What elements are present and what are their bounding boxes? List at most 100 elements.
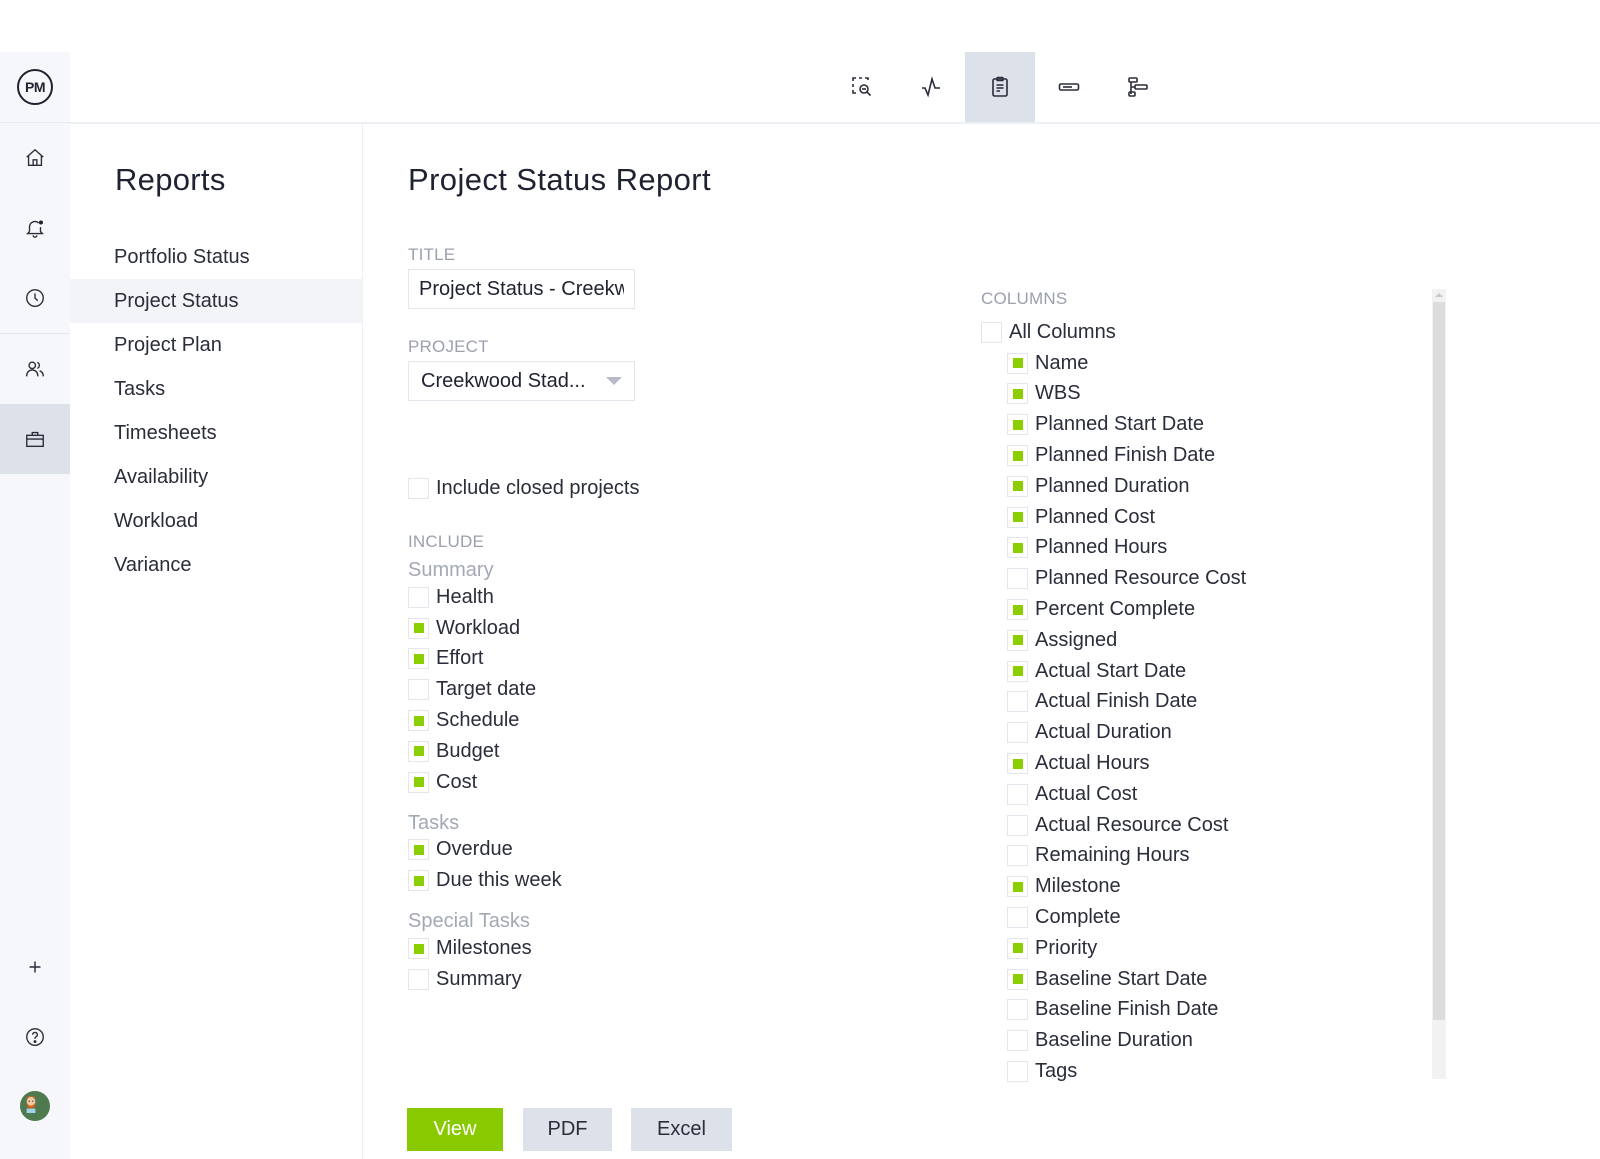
- reports-subnav: Reports Portfolio Status Project Status …: [70, 124, 363, 1159]
- rail-team-button[interactable]: [0, 334, 70, 404]
- checkbox-checked-icon: [1007, 414, 1028, 436]
- checkbox-summary[interactable]: Summary: [408, 964, 562, 995]
- checkbox-unchecked-icon: [1007, 907, 1028, 929]
- checkbox-tags[interactable]: Tags: [1007, 1056, 1441, 1087]
- checkbox-planned-hours[interactable]: Planned Hours: [1007, 533, 1441, 564]
- subnav-item-portfolio-status[interactable]: Portfolio Status: [70, 235, 362, 279]
- checkbox-milestone[interactable]: Milestone: [1007, 871, 1441, 902]
- checkbox-planned-resource-cost[interactable]: Planned Resource Cost: [1007, 563, 1441, 594]
- checkbox-label: Name: [1035, 351, 1089, 374]
- checkbox-assigned[interactable]: Assigned: [1007, 625, 1441, 656]
- pdf-button[interactable]: PDF: [523, 1108, 612, 1151]
- checkbox-label: All Columns: [1009, 320, 1116, 343]
- checkbox-complete[interactable]: Complete: [1007, 902, 1441, 933]
- checkbox-wbs[interactable]: WBS: [1007, 379, 1441, 410]
- briefcase-icon: [26, 431, 44, 448]
- checkbox-health[interactable]: Health: [408, 582, 562, 613]
- subnav-item-project-plan[interactable]: Project Plan: [70, 323, 362, 367]
- checkbox-budget[interactable]: Budget: [408, 736, 562, 767]
- columns-scrollbar[interactable]: [1432, 289, 1446, 1079]
- checkbox-actual-duration[interactable]: Actual Duration: [1007, 717, 1441, 748]
- subnav-item-workload[interactable]: Workload: [70, 499, 362, 543]
- subnav-item-availability[interactable]: Availability: [70, 455, 362, 499]
- subnav-item-variance[interactable]: Variance: [70, 543, 362, 587]
- checkbox-checked-icon: [408, 710, 429, 732]
- tool-gantt-button[interactable]: [1103, 52, 1173, 122]
- tool-dashboard-button[interactable]: [896, 52, 966, 122]
- project-select[interactable]: Creekwood Stad...: [408, 361, 635, 401]
- rail-projects-button[interactable]: [0, 404, 70, 474]
- checkbox-name[interactable]: Name: [1007, 348, 1441, 379]
- user-avatar-button[interactable]: [0, 1071, 70, 1141]
- view-button[interactable]: View: [407, 1108, 503, 1151]
- tool-reports-button[interactable]: [965, 52, 1035, 122]
- rail-notifications-button[interactable]: [0, 193, 70, 263]
- subnav-item-timesheets[interactable]: Timesheets: [70, 411, 362, 455]
- checkbox-planned-start-date[interactable]: Planned Start Date: [1007, 409, 1441, 440]
- checkbox-label: Baseline Start Date: [1035, 967, 1208, 990]
- checkbox-effort[interactable]: Effort: [408, 644, 562, 675]
- checkbox-due-this-week[interactable]: Due this week: [408, 865, 562, 896]
- rail-home-button[interactable]: [0, 123, 70, 193]
- checkbox-checked-icon: [1007, 629, 1028, 651]
- checkbox-label: WBS: [1035, 382, 1081, 405]
- tool-overview-button[interactable]: [827, 52, 897, 122]
- checkbox-actual-start-date[interactable]: Actual Start Date: [1007, 656, 1441, 687]
- title-input[interactable]: [408, 269, 635, 309]
- tool-board-button[interactable]: [1034, 52, 1104, 122]
- checkbox-actual-resource-cost[interactable]: Actual Resource Cost: [1007, 810, 1441, 841]
- checkbox-box: [981, 321, 1002, 343]
- checkbox-planned-finish-date[interactable]: Planned Finish Date: [1007, 440, 1441, 471]
- checkbox-checked-icon: [1007, 537, 1028, 559]
- checkbox-label: Milestones: [436, 937, 532, 960]
- logo[interactable]: PM: [0, 52, 70, 123]
- checkbox-cost[interactable]: Cost: [408, 767, 562, 798]
- summary-options: Health Workload Effort Target date Schedule B…: [408, 582, 562, 798]
- checkbox-overdue[interactable]: Overdue: [408, 835, 562, 866]
- checkbox-actual-hours[interactable]: Actual Hours: [1007, 748, 1441, 779]
- report-form: Project Status Report TITLE PROJECT Cree…: [364, 124, 1600, 1159]
- include-closed-field: Include closed projects: [408, 473, 639, 504]
- clock-icon: [26, 289, 44, 307]
- project-select-value: Creekwood Stad...: [421, 369, 586, 392]
- checkbox-actual-cost[interactable]: Actual Cost: [1007, 779, 1441, 810]
- checkbox-planned-duration[interactable]: Planned Duration: [1007, 471, 1441, 502]
- scrollbar-thumb[interactable]: [1433, 302, 1445, 1020]
- checkbox-baseline-start-date[interactable]: Baseline Start Date: [1007, 964, 1441, 995]
- avatar: [20, 1091, 50, 1121]
- checkbox-baseline-duration[interactable]: Baseline Duration: [1007, 1025, 1441, 1056]
- checkbox-remaining-hours[interactable]: Remaining Hours: [1007, 841, 1441, 872]
- all-columns-checkbox[interactable]: All Columns: [981, 317, 1441, 348]
- scroll-up-arrow-icon[interactable]: [1435, 293, 1443, 297]
- home-icon: [26, 148, 44, 167]
- checkbox-baseline-finish-date[interactable]: Baseline Finish Date: [1007, 995, 1441, 1026]
- checkbox-checked-icon: [1007, 660, 1028, 682]
- excel-button[interactable]: Excel: [631, 1108, 732, 1151]
- subnav-item-project-status[interactable]: Project Status: [70, 279, 362, 323]
- rail-time-button[interactable]: [0, 263, 70, 333]
- checkbox-actual-finish-date[interactable]: Actual Finish Date: [1007, 687, 1441, 718]
- subnav-item-tasks[interactable]: Tasks: [70, 367, 362, 411]
- checkbox-checked-icon: [408, 740, 429, 762]
- checkbox-workload[interactable]: Workload: [408, 613, 562, 644]
- checkbox-percent-complete[interactable]: Percent Complete: [1007, 594, 1441, 625]
- checkbox-schedule[interactable]: Schedule: [408, 705, 562, 736]
- checkbox-label: Include closed projects: [436, 476, 640, 499]
- rail-add-button[interactable]: [0, 932, 70, 1002]
- checkbox-unchecked-icon: [1007, 1030, 1028, 1052]
- group-label-special-tasks: Special Tasks: [408, 910, 530, 933]
- checkbox-label: Summary: [436, 967, 522, 990]
- checkbox-target-date[interactable]: Target date: [408, 674, 562, 705]
- checkbox-priority[interactable]: Priority: [1007, 933, 1441, 964]
- include-closed-checkbox[interactable]: Include closed projects: [408, 473, 639, 504]
- chevron-down-icon: [606, 377, 622, 385]
- checkbox-checked-icon: [408, 938, 429, 960]
- pulse-icon: [922, 76, 940, 98]
- pm-logo-icon: PM: [17, 69, 53, 105]
- checkbox-milestones[interactable]: Milestones: [408, 933, 562, 964]
- page-title: Project Status Report: [408, 162, 712, 197]
- checkbox-label: Actual Resource Cost: [1035, 813, 1229, 836]
- checkbox-planned-cost[interactable]: Planned Cost: [1007, 502, 1441, 533]
- rail-help-button[interactable]: [0, 1002, 70, 1072]
- checkbox-label: Priority: [1035, 936, 1098, 959]
